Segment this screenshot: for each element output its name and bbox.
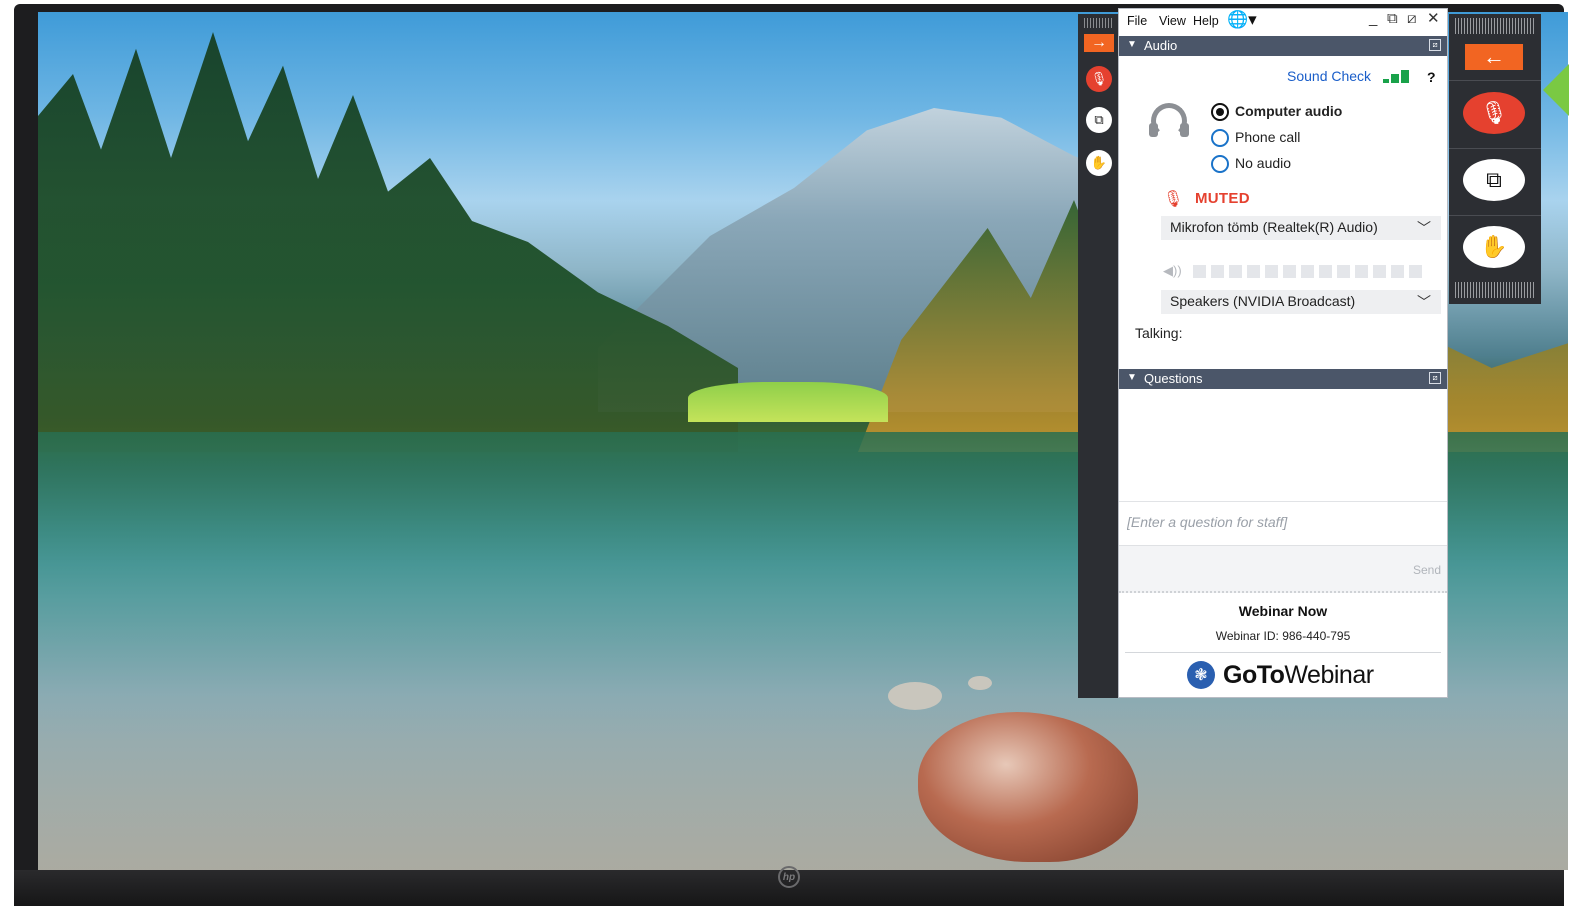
microphone-select-value: Mikrofon tömb (Realtek(R) Audio) — [1170, 219, 1378, 235]
raise-hand-icon[interactable]: ✋ — [1086, 150, 1112, 176]
question-input-area — [1119, 501, 1447, 545]
green-arrow-icon — [1543, 64, 1569, 116]
popout-icon[interactable]: ⧄ — [1429, 39, 1441, 51]
divider — [1449, 148, 1541, 149]
gotowebinar-logo: ❃ GoTo Webinar — [1187, 660, 1374, 690]
drag-grip[interactable] — [1084, 18, 1114, 28]
muted-status: MUTED — [1195, 190, 1250, 207]
send-area: Send — [1119, 545, 1447, 593]
speakers-select-value: Speakers (NVIDIA Broadcast) — [1170, 293, 1356, 309]
menu-view[interactable]: View — [1159, 14, 1186, 28]
radio-label: Phone call — [1235, 129, 1301, 145]
question-input[interactable] — [1127, 514, 1437, 530]
headset-icon — [1147, 101, 1191, 145]
wallpaper-forest-left — [38, 32, 738, 452]
brand-webinar-text: Webinar — [1284, 660, 1374, 689]
radio-label: Computer audio — [1235, 103, 1343, 119]
menu-help[interactable]: Help — [1193, 14, 1219, 28]
chevron-down-icon: ﹀ — [1417, 294, 1431, 310]
speakers-select[interactable]: Speakers (NVIDIA Broadcast) ﹀ — [1161, 290, 1441, 314]
globe-icon[interactable]: 🌐▾ — [1227, 11, 1257, 28]
sound-check-link[interactable]: Sound Check — [1287, 68, 1371, 84]
screen-share-icon[interactable]: ⧉ — [1086, 107, 1112, 133]
questions-section-title: Questions — [1144, 371, 1203, 386]
speaker-icon: ◀)) — [1163, 263, 1182, 278]
collapsed-control-strip: → 🎙 ⧉ ✋ — [1078, 14, 1120, 698]
radio-label: No audio — [1235, 155, 1292, 171]
grab-tab: ← 🎙 ⧉ ✋ — [1449, 14, 1541, 304]
collapse-arrow-icon[interactable]: ← — [1465, 44, 1523, 70]
radio-button[interactable] — [1211, 103, 1229, 121]
divider — [1449, 80, 1541, 81]
menu-bar: File View Help 🌐▾ _ ⧉ ⧄ ✕ — [1119, 9, 1447, 35]
wallpaper-stone — [968, 676, 992, 690]
talking-label: Talking: — [1135, 325, 1183, 341]
hp-logo-icon: hp — [778, 866, 800, 888]
mic-muted-button[interactable]: 🎙 — [1463, 92, 1525, 134]
chevron-down-icon: ﹀ — [1417, 220, 1431, 236]
drag-grip[interactable] — [1455, 282, 1535, 298]
questions-section-header[interactable]: ▼ Questions ⧄ — [1119, 369, 1447, 389]
goto-control-panel: File View Help 🌐▾ _ ⧉ ⧄ ✕ ▼ Audio ⧄ Soun… — [1118, 8, 1448, 698]
screen-share-button[interactable]: ⧉ — [1463, 159, 1525, 201]
mic-muted-icon[interactable]: 🎙 — [1086, 66, 1112, 92]
mic-muted-icon[interactable]: 🎙 — [1163, 189, 1183, 209]
collapse-triangle-icon: ▼ — [1127, 39, 1137, 50]
microphone-select[interactable]: Mikrofon tömb (Realtek(R) Audio) ﹀ — [1161, 216, 1441, 240]
audio-section-header[interactable]: ▼ Audio ⧄ — [1119, 36, 1447, 56]
close-button[interactable]: ✕ — [1427, 11, 1440, 26]
send-button[interactable]: Send — [1413, 563, 1441, 577]
collapse-triangle-icon: ▼ — [1127, 372, 1137, 383]
arrow-right-icon[interactable]: → — [1084, 34, 1114, 52]
gotowebinar-logo-icon: ❃ — [1187, 661, 1215, 689]
questions-log — [1119, 389, 1447, 501]
raise-hand-button[interactable]: ✋ — [1463, 226, 1525, 268]
wallpaper-meadow — [688, 382, 888, 422]
restore-button[interactable]: ⧉ — [1387, 11, 1398, 26]
wallpaper-stone — [888, 682, 942, 710]
divider — [1125, 652, 1441, 653]
minimize-button[interactable]: _ — [1369, 11, 1377, 26]
audio-section-title: Audio — [1144, 38, 1178, 53]
menu-file[interactable]: File — [1127, 14, 1147, 28]
divider — [1449, 215, 1541, 216]
radio-button[interactable] — [1211, 155, 1229, 173]
popout-icon[interactable]: ⧄ — [1429, 372, 1441, 384]
help-icon[interactable]: ? — [1427, 69, 1436, 85]
signal-strength-icon — [1383, 69, 1415, 83]
popout-button[interactable]: ⧄ — [1407, 11, 1417, 26]
webinar-title: Webinar Now — [1238, 603, 1328, 619]
webinar-id: Webinar ID: 986-440-795 — [1215, 629, 1351, 643]
brand-goto-text: GoTo — [1223, 660, 1285, 689]
drag-grip[interactable] — [1455, 18, 1535, 34]
radio-button[interactable] — [1211, 129, 1229, 147]
